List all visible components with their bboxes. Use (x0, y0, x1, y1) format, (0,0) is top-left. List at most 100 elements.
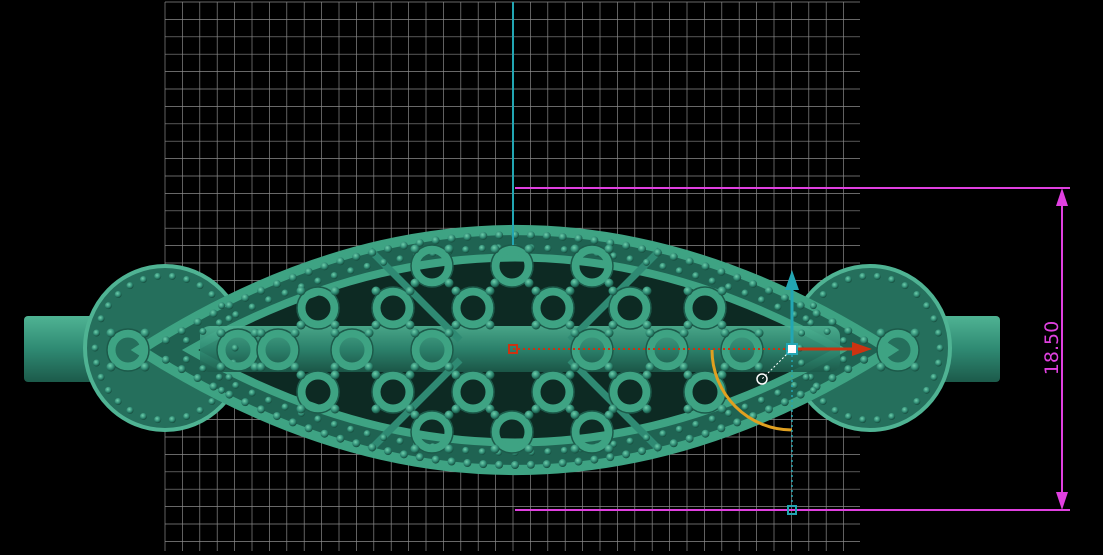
pave-bead (859, 416, 867, 424)
pave-bead (685, 434, 694, 443)
pave-bead (177, 326, 186, 335)
prong (531, 404, 541, 414)
pave-bead (653, 443, 662, 452)
pave-bead (330, 272, 338, 280)
prong (296, 404, 306, 414)
prong (485, 286, 495, 296)
pave-bead (701, 429, 710, 438)
prong (604, 362, 614, 372)
pave-bead (653, 248, 662, 257)
pave-bead (809, 386, 817, 394)
pave-bead (923, 386, 931, 394)
pave-bead (193, 317, 202, 326)
pave-bead (749, 279, 758, 288)
pave-bead (154, 416, 162, 424)
prong (608, 320, 618, 330)
prong (405, 320, 415, 330)
pave-bead (844, 326, 853, 335)
pave-bead (257, 286, 266, 295)
prong (296, 370, 306, 380)
pave-bead (733, 273, 742, 282)
pave-bead (399, 241, 408, 250)
prong (565, 286, 575, 296)
prong (216, 362, 226, 372)
prong (570, 244, 580, 254)
pave-bead (208, 398, 216, 406)
prong (608, 370, 618, 380)
pave-bead (199, 365, 207, 373)
pave-bead (288, 273, 297, 282)
prong (290, 362, 300, 372)
move-y-arrow-icon[interactable] (785, 270, 799, 290)
pave-bead (930, 373, 938, 381)
pave-bead (840, 336, 848, 344)
pave-bead (798, 329, 806, 337)
prong (296, 286, 306, 296)
pave-bead (231, 344, 239, 352)
pave-bead (479, 460, 488, 469)
prong (364, 362, 374, 372)
pave-bead (780, 398, 789, 407)
prong (330, 362, 340, 372)
prong (330, 328, 340, 338)
pave-bead (161, 336, 170, 345)
prong (410, 362, 420, 372)
pave-bead (708, 277, 716, 285)
pave-bead (574, 457, 583, 466)
prong (405, 370, 415, 380)
pave-bead (126, 282, 134, 290)
pave-bead (363, 430, 371, 438)
dimension-arrow-top-icon (1056, 188, 1068, 206)
pave-bead (764, 405, 773, 414)
pave-bead (606, 453, 615, 462)
pave-bead (209, 382, 218, 391)
pave-bead (330, 420, 338, 428)
pave-bead (304, 267, 313, 276)
prong (565, 370, 575, 380)
prong (371, 370, 381, 380)
pave-bead (823, 365, 831, 373)
prong (410, 278, 420, 288)
prong (604, 328, 614, 338)
pave-bead (218, 302, 226, 310)
pave-bead (384, 244, 393, 253)
pave-bead (209, 309, 218, 318)
pave-bead (431, 236, 440, 245)
3d-viewport[interactable]: 18.50 (0, 0, 1103, 551)
pave-bead (796, 390, 805, 399)
prong (256, 328, 266, 338)
prong (876, 328, 886, 338)
pave-bead (431, 455, 440, 464)
prong (679, 328, 689, 338)
prong (140, 328, 150, 338)
prong (570, 328, 580, 338)
prong (642, 286, 652, 296)
pave-bead (336, 257, 345, 266)
pave-bead (91, 344, 99, 352)
pave-bead (478, 448, 486, 456)
pave-bead (399, 450, 408, 459)
pave-bead (860, 355, 869, 364)
prong (371, 286, 381, 296)
pave-bead (819, 398, 827, 406)
pave-bead (544, 448, 552, 456)
prong (604, 278, 614, 288)
pave-bead (193, 374, 202, 383)
prong (444, 410, 454, 420)
pave-bead (542, 231, 551, 240)
prong (296, 320, 306, 330)
pave-bead (462, 246, 470, 254)
pave-bead (626, 255, 634, 263)
pave-bead (479, 231, 488, 240)
prong (330, 286, 340, 296)
prong (683, 370, 693, 380)
pave-bead (590, 455, 599, 464)
pave-bead (757, 296, 765, 304)
pave-bead (265, 296, 273, 304)
pave-bead (798, 359, 806, 367)
pave-bead (363, 262, 371, 270)
pave-bead (336, 434, 345, 443)
pave-bead (257, 405, 266, 414)
pave-bead (901, 282, 909, 290)
pave-bead (930, 315, 938, 323)
